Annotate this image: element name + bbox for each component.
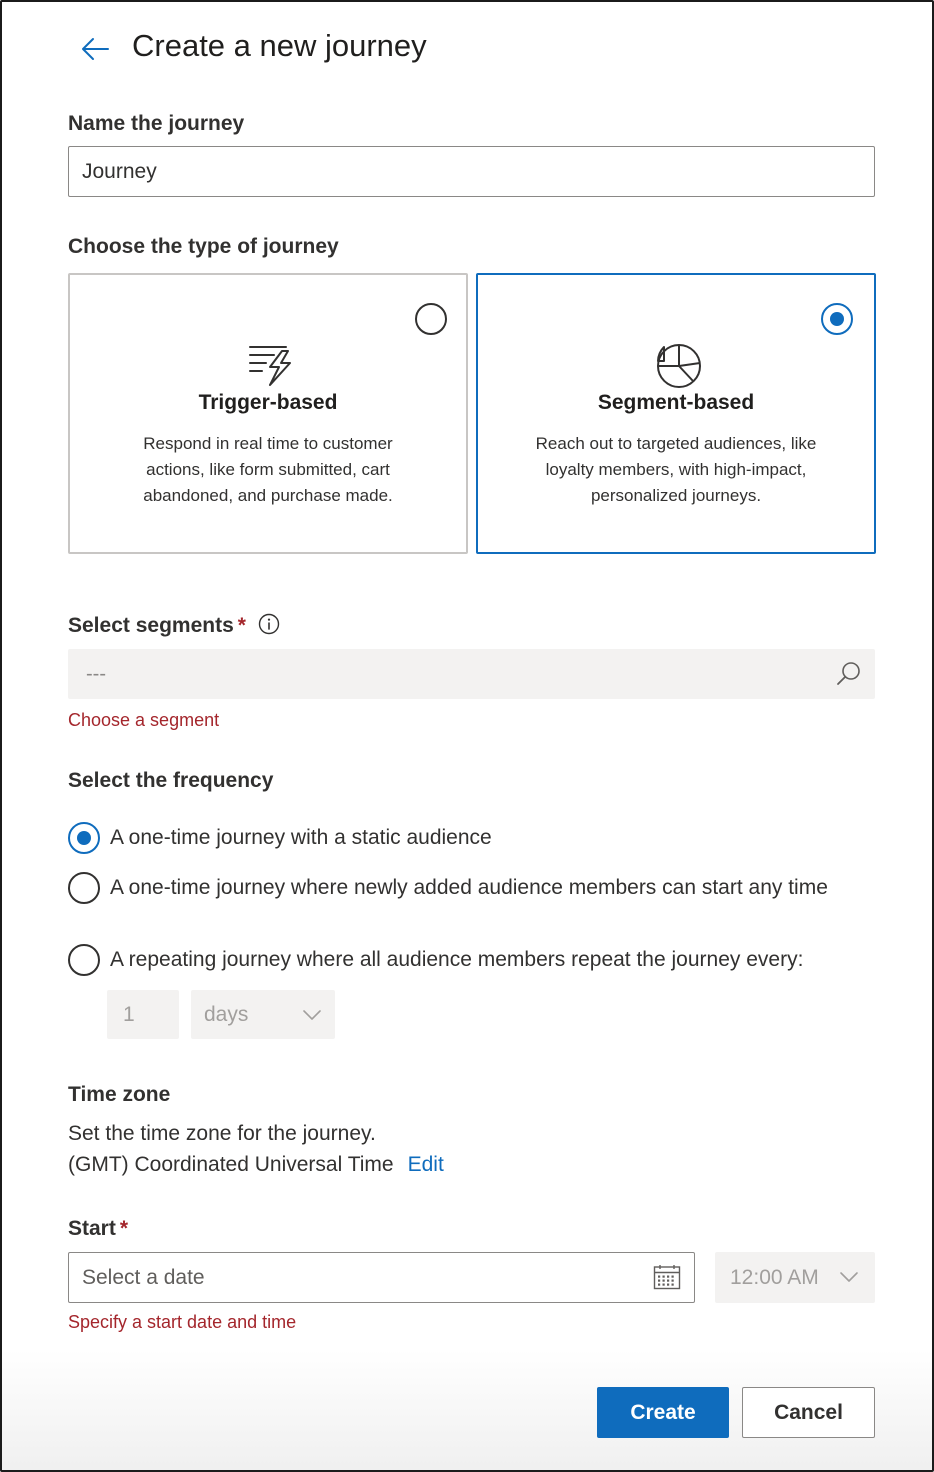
segment-based-title: Segment-based (597, 391, 755, 414)
segment-search-placeholder: --- (86, 662, 106, 685)
lightning-lines-icon (246, 339, 296, 394)
create-button[interactable]: Create (597, 1387, 729, 1438)
start-required-marker: * (119, 1217, 129, 1240)
start-time-value: 12:00 AM (730, 1265, 819, 1289)
time-zone-description: Set the time zone for the journey. (68, 1122, 376, 1145)
trigger-based-description: Respond in real time to customer actions… (143, 434, 393, 505)
search-icon[interactable] (836, 661, 862, 692)
start-time-dropdown[interactable]: 12:00 AM (715, 1252, 875, 1303)
edit-time-zone-link[interactable]: Edit (408, 1153, 444, 1176)
cancel-button[interactable]: Cancel (742, 1387, 875, 1438)
frequency-option-repeating[interactable]: A repeating journey where all audience m… (68, 944, 868, 978)
page-title: Create a new journey (132, 28, 427, 63)
start-error-message: Specify a start date and time (68, 1312, 297, 1332)
frequency-repeating-radio[interactable] (68, 944, 100, 976)
start-label: Start * (68, 1217, 128, 1241)
frequency-static-radio[interactable] (68, 822, 100, 854)
journey-name-input[interactable]: Journey (68, 146, 875, 197)
dialog-frame: Create a new journey Name the journey Jo… (0, 0, 934, 1472)
start-date-placeholder: Select a date (82, 1265, 205, 1289)
select-segments-text: Select segments (68, 614, 234, 637)
start-date-input[interactable]: Select a date (68, 1252, 695, 1303)
frequency-option-dynamic[interactable]: A one-time journey where newly added aud… (68, 872, 868, 936)
frequency-dynamic-radio[interactable] (68, 872, 100, 904)
repeat-count-value: 1 (123, 1002, 135, 1026)
trigger-based-card[interactable]: Trigger-based Respond in real time to cu… (68, 273, 468, 554)
required-marker: * (237, 614, 246, 637)
repeat-unit-value: days (204, 1002, 249, 1026)
journey-type-label: Choose the type of journey (68, 235, 339, 258)
time-zone-label: Time zone (68, 1083, 171, 1106)
create-journey-panel: Create a new journey Name the journey Jo… (2, 2, 932, 1470)
repeat-unit-dropdown[interactable]: days (191, 990, 335, 1039)
select-segments-label: Select segments * (68, 614, 246, 638)
segment-based-card[interactable]: Segment-based Reach out to targeted audi… (476, 273, 876, 554)
back-button[interactable] (74, 30, 116, 68)
trigger-based-title: Trigger-based (198, 391, 338, 414)
frequency-static-text: A one-time journey with a static audienc… (110, 826, 492, 849)
trigger-based-radio[interactable] (415, 303, 447, 335)
repeat-count-input[interactable]: 1 (107, 990, 179, 1039)
name-label: Name the journey (68, 112, 245, 135)
time-zone-row: (GMT) Coordinated Universal Time Edit (68, 1153, 444, 1177)
segment-error-message: Choose a segment (68, 710, 220, 730)
start-label-text: Start (68, 1217, 116, 1240)
frequency-dynamic-text: A one-time journey where newly added aud… (110, 876, 828, 899)
arrow-left-icon (82, 38, 109, 60)
frequency-option-static[interactable]: A one-time journey with a static audienc… (68, 822, 868, 856)
chevron-down-icon (303, 1010, 321, 1020)
frequency-repeating-text: A repeating journey where all audience m… (110, 948, 804, 971)
segment-based-radio[interactable] (821, 303, 853, 335)
segment-search-input[interactable]: --- (68, 649, 875, 699)
info-icon[interactable] (258, 613, 280, 640)
segment-based-description: Reach out to targeted audiences, like lo… (535, 434, 817, 505)
calendar-icon[interactable] (653, 1264, 681, 1295)
journey-name-value: Journey (82, 159, 157, 183)
pie-chart-icon (654, 339, 704, 394)
chevron-down-icon (840, 1272, 858, 1282)
frequency-label: Select the frequency (68, 769, 274, 792)
time-zone-value: (GMT) Coordinated Universal Time (68, 1153, 394, 1176)
